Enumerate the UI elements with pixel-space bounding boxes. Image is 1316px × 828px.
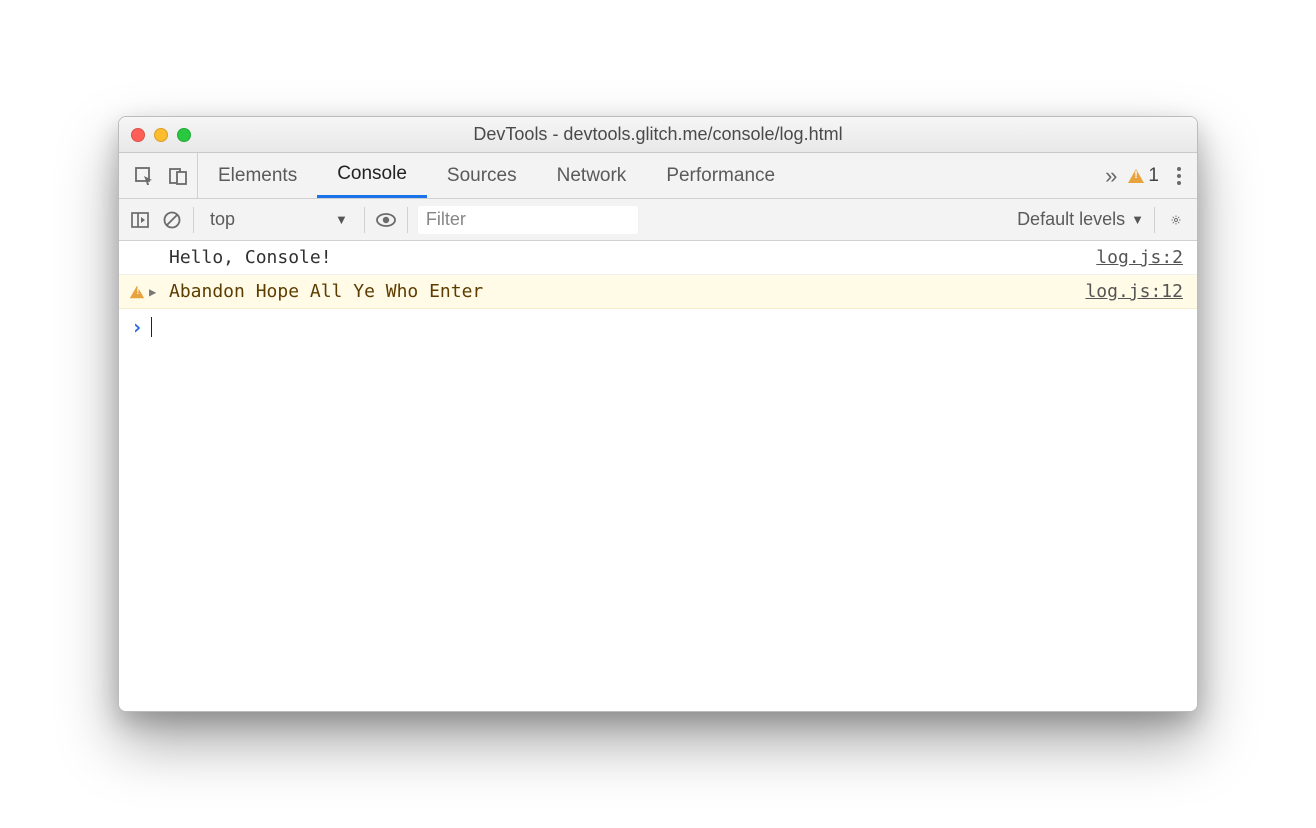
- log-source-link[interactable]: log.js:12: [1085, 281, 1183, 302]
- warning-count: 1: [1148, 165, 1159, 187]
- tab-label: Console: [337, 163, 407, 185]
- text-cursor: [151, 317, 152, 337]
- log-levels-selector[interactable]: Default levels ▼: [1017, 209, 1144, 230]
- expand-arrow-icon[interactable]: ▶: [149, 285, 156, 299]
- console-output: Hello, Console! log.js:2 ▶ Abandon Hope …: [119, 241, 1197, 711]
- levels-label: Default levels: [1017, 209, 1125, 230]
- log-row-warning: ▶ Abandon Hope All Ye Who Enter log.js:1…: [119, 275, 1197, 309]
- tab-bar-right: » 1: [1093, 153, 1197, 198]
- console-settings-icon[interactable]: [1165, 209, 1187, 231]
- divider: [364, 207, 365, 233]
- chevron-down-icon: ▼: [1131, 212, 1144, 227]
- tab-label: Network: [557, 165, 627, 187]
- divider: [1154, 207, 1155, 233]
- settings-menu-icon[interactable]: [1173, 163, 1185, 189]
- close-window-button[interactable]: [131, 128, 145, 142]
- zoom-window-button[interactable]: [177, 128, 191, 142]
- prompt-chevron-icon: ›: [131, 315, 143, 339]
- console-toolbar: top ▼ Default levels ▼: [119, 199, 1197, 241]
- warning-count-badge[interactable]: 1: [1128, 165, 1159, 187]
- main-tab-bar: Elements Console Sources Network Perform…: [119, 153, 1197, 199]
- context-selector[interactable]: top ▼: [204, 209, 354, 230]
- inspect-tools-group: [119, 153, 198, 198]
- tab-network[interactable]: Network: [537, 153, 647, 198]
- tab-label: Performance: [666, 165, 775, 187]
- tab-console[interactable]: Console: [317, 153, 427, 198]
- filter-input[interactable]: [418, 206, 638, 234]
- minimize-window-button[interactable]: [154, 128, 168, 142]
- device-toolbar-icon[interactable]: [167, 165, 189, 187]
- window-title: DevTools - devtools.glitch.me/console/lo…: [131, 124, 1185, 145]
- toggle-sidebar-icon[interactable]: [129, 209, 151, 231]
- context-label: top: [210, 209, 235, 230]
- log-gutter: ▶: [129, 285, 169, 299]
- clear-console-icon[interactable]: [161, 209, 183, 231]
- tab-label: Elements: [218, 165, 297, 187]
- tab-label: Sources: [447, 165, 517, 187]
- inspect-element-icon[interactable]: [133, 165, 155, 187]
- log-row: Hello, Console! log.js:2: [119, 241, 1197, 275]
- tab-sources[interactable]: Sources: [427, 153, 537, 198]
- devtools-window: DevTools - devtools.glitch.me/console/lo…: [118, 116, 1198, 712]
- console-prompt[interactable]: ›: [119, 309, 1197, 345]
- titlebar: DevTools - devtools.glitch.me/console/lo…: [119, 117, 1197, 153]
- warning-icon: [1128, 169, 1144, 183]
- tab-elements[interactable]: Elements: [198, 153, 317, 198]
- warning-icon: [130, 285, 144, 298]
- tab-performance[interactable]: Performance: [646, 153, 795, 198]
- more-tabs-icon[interactable]: »: [1105, 163, 1114, 189]
- log-message: Abandon Hope All Ye Who Enter: [169, 281, 1085, 302]
- live-expression-icon[interactable]: [375, 209, 397, 231]
- divider: [193, 207, 194, 233]
- traffic-lights: [131, 128, 191, 142]
- chevron-down-icon: ▼: [335, 212, 348, 227]
- divider: [407, 207, 408, 233]
- log-source-link[interactable]: log.js:2: [1096, 247, 1183, 268]
- log-message: Hello, Console!: [169, 247, 1096, 268]
